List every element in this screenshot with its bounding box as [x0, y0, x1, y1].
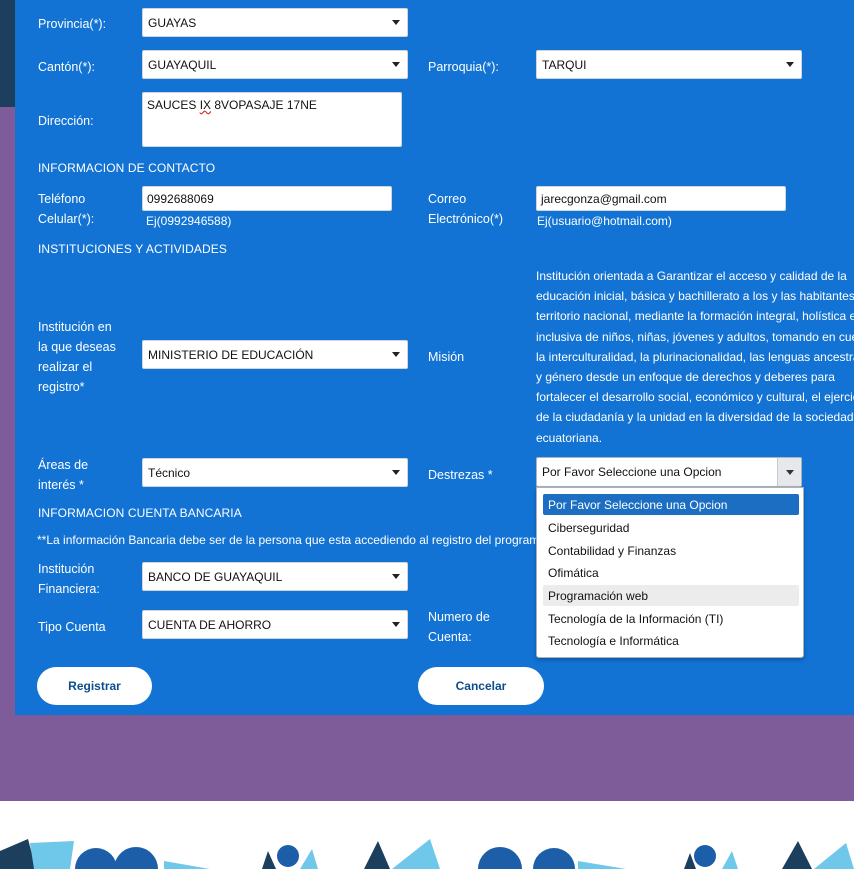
destrezas-option[interactable]: Contabilidad y Finanzas [543, 540, 799, 561]
canton-label: Cantón(*): [38, 60, 95, 74]
tipo-cuenta-select[interactable]: CUENTA DE AHORRO [142, 610, 408, 639]
mision-line: de la ciudadanía y la unidad en la diver… [536, 410, 854, 425]
parroquia-value: TARQUI [542, 57, 587, 72]
mision-line: y género desde un enfoque de derechos y … [536, 370, 835, 385]
institucion-label-line3: realizar el [38, 360, 93, 374]
telefono-label-line1: Teléfono [38, 192, 86, 206]
chevron-down-icon [392, 351, 400, 357]
mision-line: la interculturalidad, la plurinacionalid… [536, 349, 854, 364]
parroquia-select[interactable]: TARQUI [536, 50, 802, 79]
destrezas-option[interactable]: Ofimática [543, 562, 799, 583]
registrar-button[interactable]: Registrar [37, 667, 152, 705]
areas-value: Técnico [148, 465, 191, 480]
chevron-down-icon [392, 621, 400, 627]
correo-input[interactable]: jarecgonza@gmail.com [536, 186, 786, 211]
institucion-select[interactable]: MINISTERIO DE EDUCACIÓN [142, 340, 408, 369]
mision-line: educación inicial, básica y bachillerato… [536, 289, 854, 304]
areas-label-line1: Áreas de [38, 458, 89, 472]
telefono-input[interactable]: 0992688069 [142, 186, 392, 211]
tipo-cuenta-value: CUENTA DE AHORRO [148, 617, 272, 632]
footer-decoration [0, 801, 854, 869]
bank-institucion-select[interactable]: BANCO DE GUAYAQUIL [142, 562, 408, 591]
destrezas-dropdown-list: Por Favor Seleccione una Opcion Ciberseg… [536, 487, 804, 658]
decorative-pattern-icon [0, 839, 854, 869]
areas-label-line2: interés * [38, 478, 84, 492]
direccion-text-prefix: SAUCES [147, 98, 200, 112]
destrezas-option[interactable]: Tecnología de la Información (TI) [543, 608, 799, 629]
provincia-select[interactable]: GUAYAS [142, 8, 408, 37]
chevron-down-icon [392, 19, 400, 25]
institutions-section-title: INSTITUCIONES Y ACTIVIDADES [38, 242, 227, 256]
chevron-down-icon [786, 470, 794, 475]
direccion-textarea[interactable]: SAUCES IX 8VOPASAJE 17NE [142, 92, 402, 147]
mision-line: territorio nacional, mediante la formaci… [536, 309, 854, 324]
institucion-label-line1: Institución en [38, 320, 112, 334]
correo-value: jarecgonza@gmail.com [541, 191, 667, 206]
mision-line: Institución orientada a Garantizar el ac… [536, 269, 847, 283]
chevron-down-icon [392, 469, 400, 475]
bank-institucion-value: BANCO DE GUAYAQUIL [148, 569, 283, 584]
destrezas-dropdown-button[interactable] [777, 458, 801, 486]
institucion-label-line2: la que deseas [38, 340, 116, 354]
provincia-label: Provincia(*): [38, 17, 107, 31]
destrezas-option[interactable]: Programación web [543, 585, 799, 606]
bank-note: **La información Bancaria debe ser de la… [37, 533, 537, 547]
institucion-value: MINISTERIO DE EDUCACIÓN [148, 347, 314, 362]
chevron-down-icon [392, 573, 400, 579]
provincia-value: GUAYAS [148, 15, 197, 30]
areas-select[interactable]: Técnico [142, 458, 408, 487]
tipo-cuenta-label: Tipo Cuenta [38, 620, 106, 634]
correo-hint: Ej(usuario@hotmail.com) [537, 214, 672, 228]
numero-cuenta-label-line2: Cuenta: [428, 630, 472, 644]
correo-label-line2: Electrónico(*) [428, 212, 504, 226]
direccion-text-misspelled: IX [199, 98, 212, 112]
cancelar-button[interactable]: Cancelar [418, 667, 544, 705]
direccion-label: Dirección: [38, 114, 94, 128]
chevron-down-icon [392, 61, 400, 67]
canton-select[interactable]: GUAYAQUIL [142, 50, 408, 79]
parroquia-label: Parroquia(*): [428, 60, 499, 74]
destrezas-option[interactable]: Por Favor Seleccione una Opcion [543, 494, 799, 515]
numero-cuenta-label-line1: Numero de [428, 610, 490, 624]
mision-line: fortalecer el desarrollo social, económi… [536, 390, 854, 405]
bank-institucion-label-line1: Institución [38, 562, 95, 576]
correo-label-line1: Correo [428, 192, 467, 206]
telefono-label-line2: Celular(*): [38, 212, 95, 226]
bank-institucion-label-line2: Financiera: [38, 582, 100, 596]
telefono-value: 0992688069 [147, 191, 214, 206]
mision-label: Misión [428, 350, 465, 364]
destrezas-value: Por Favor Seleccione una Opcion [542, 465, 722, 479]
bank-section-title: INFORMACION CUENTA BANCARIA [38, 506, 242, 520]
mision-text: Institución orientada a Garantizar el ac… [536, 266, 854, 448]
institucion-label-line4: registro* [38, 380, 85, 394]
destrezas-option[interactable]: Tecnología e Informática [543, 630, 799, 651]
telefono-hint: Ej(0992946588) [146, 214, 232, 228]
destrezas-option[interactable]: Ciberseguridad [543, 517, 799, 538]
destrezas-label: Destrezas * [428, 468, 493, 482]
destrezas-select[interactable]: Por Favor Seleccione una Opcion [536, 457, 802, 487]
canton-value: GUAYAQUIL [148, 57, 217, 72]
chevron-down-icon [786, 61, 794, 67]
mision-line: inclusiva de niños, niñas, jóvenes y adu… [536, 329, 854, 344]
mision-line: ecuatoriana. [536, 430, 603, 445]
contact-section-title: INFORMACION DE CONTACTO [38, 161, 216, 175]
direccion-text-suffix: 8VOPASAJE 17NE [211, 98, 317, 112]
